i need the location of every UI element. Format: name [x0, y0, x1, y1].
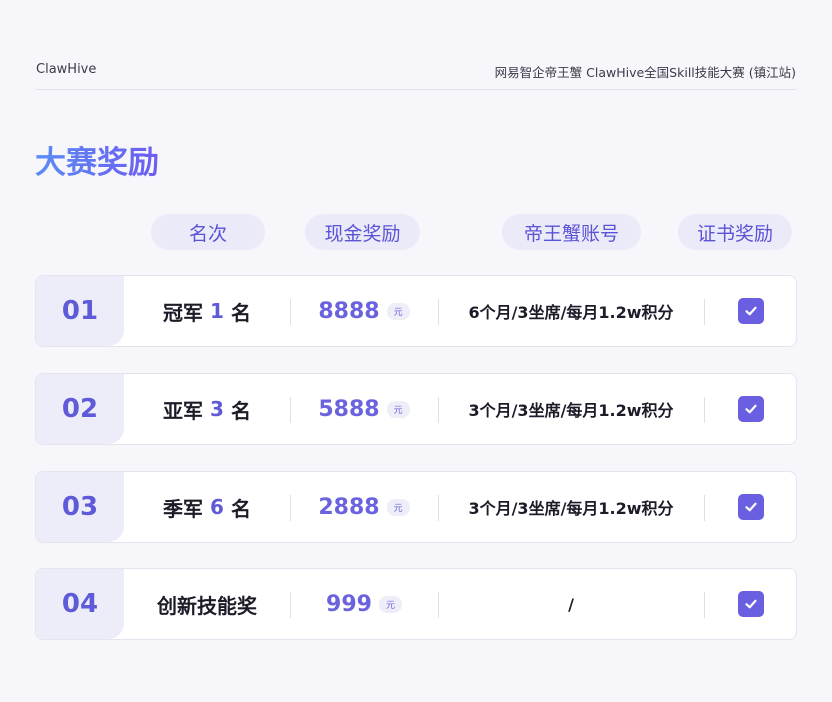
- place-label: 冠军 1 名: [124, 276, 290, 346]
- cash-reward: 8888 元: [290, 276, 438, 346]
- certificate-cell: [704, 374, 796, 444]
- section-title: 大赛奖励: [35, 137, 159, 182]
- check-icon: [745, 599, 757, 609]
- cash-amount: 8888: [318, 298, 380, 324]
- column-header-account: 帝王蟹账号: [502, 214, 641, 250]
- row-number: 03: [36, 472, 124, 542]
- reward-row: 04 创新技能奖 999 元 /: [35, 568, 797, 640]
- currency-badge: 元: [378, 595, 402, 613]
- certificate-checkbox[interactable]: [738, 396, 764, 422]
- place-suffix: 名: [230, 398, 251, 423]
- account-reward: /: [568, 594, 574, 614]
- check-icon: [745, 306, 757, 316]
- place-label: 创新技能奖: [124, 569, 290, 639]
- row-number: 02: [36, 374, 124, 444]
- place-count: 1: [210, 299, 224, 323]
- certificate-cell: [704, 569, 796, 639]
- cash-reward: 2888 元: [290, 472, 438, 542]
- cash-reward: 5888 元: [290, 374, 438, 444]
- place-count: 3: [210, 397, 224, 421]
- cash-amount: 2888: [318, 494, 380, 520]
- place-label: 亚军 3 名: [124, 374, 290, 444]
- column-header-cash-reward: 现金奖励: [305, 214, 420, 250]
- currency-badge: 元: [386, 400, 410, 418]
- place-suffix: 名: [230, 300, 251, 325]
- certificate-checkbox[interactable]: [738, 591, 764, 617]
- column-header-certificate: 证书奖励: [678, 214, 792, 250]
- place-prefix: 亚军: [163, 398, 204, 423]
- column-header-rank: 名次: [151, 214, 265, 250]
- cash-amount: 999: [326, 591, 372, 617]
- brand-name: ClawHive: [36, 62, 97, 77]
- account-reward: 3个月/3坐席/每月1.2w积分: [468, 499, 674, 518]
- account-reward: 3个月/3坐席/每月1.2w积分: [468, 401, 674, 420]
- page-header: ClawHive 网易智企帝王蟹 ClawHive全国Skill技能大赛 (镇江…: [36, 62, 796, 90]
- check-icon: [745, 502, 757, 512]
- row-number: 04: [36, 569, 124, 639]
- place-prefix: 季军: [163, 496, 204, 521]
- certificate-cell: [704, 472, 796, 542]
- check-icon: [745, 404, 757, 414]
- place-prefix: 冠军: [163, 300, 204, 325]
- certificate-checkbox[interactable]: [738, 298, 764, 324]
- place-suffix: 名: [230, 496, 251, 521]
- certificate-cell: [704, 276, 796, 346]
- event-title: 网易智企帝王蟹 ClawHive全国Skill技能大赛 (镇江站): [494, 65, 796, 80]
- cash-amount: 5888: [318, 396, 380, 422]
- currency-badge: 元: [386, 498, 410, 516]
- reward-row: 01 冠军 1 名 8888 元 6个月/3坐席/每月1.2w积分: [35, 275, 797, 347]
- place-label: 季军 6 名: [124, 472, 290, 542]
- reward-row: 02 亚军 3 名 5888 元 3个月/3坐席/每月1.2w积分: [35, 373, 797, 445]
- row-number: 01: [36, 276, 124, 346]
- currency-badge: 元: [386, 302, 410, 320]
- reward-row: 03 季军 6 名 2888 元 3个月/3坐席/每月1.2w积分: [35, 471, 797, 543]
- certificate-checkbox[interactable]: [738, 494, 764, 520]
- place-prefix: 创新技能奖: [157, 593, 257, 618]
- account-reward: 6个月/3坐席/每月1.2w积分: [468, 303, 674, 322]
- cash-reward: 999 元: [290, 569, 438, 639]
- place-count: 6: [210, 495, 224, 519]
